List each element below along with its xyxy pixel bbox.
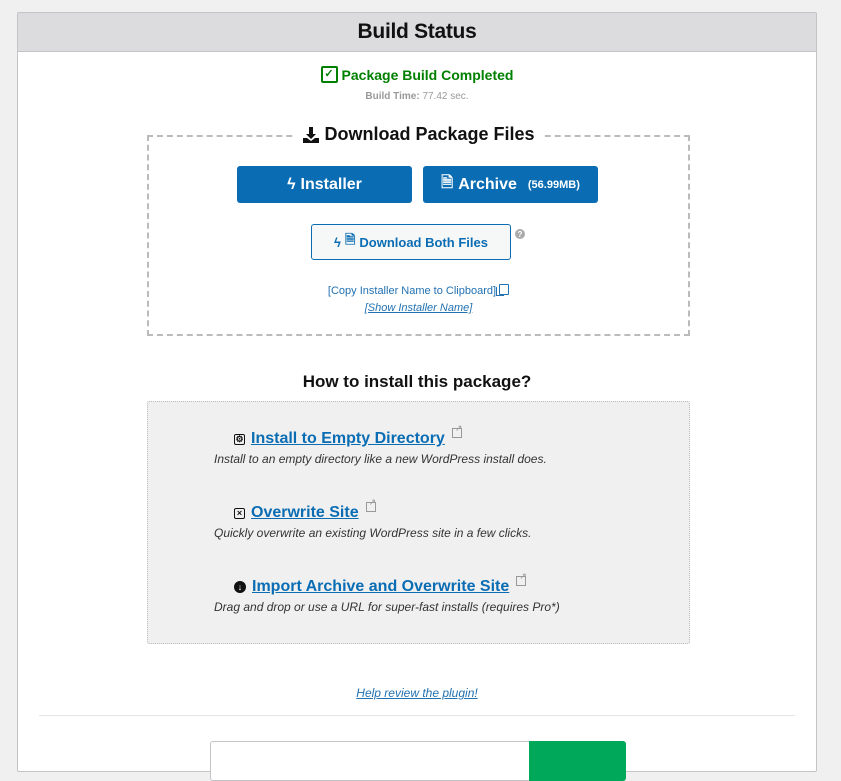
external-link-icon — [516, 571, 527, 586]
bottom-input[interactable] — [210, 741, 540, 781]
download-package-box: Download Package Files ϟ Installer 🗎 Arc… — [147, 124, 690, 336]
howto-item-import-archive: ↓ Import Archive and Overwrite Site Drag… — [214, 571, 560, 614]
install-empty-directory-link[interactable]: Install to Empty Directory — [251, 430, 445, 448]
divider — [39, 715, 795, 716]
build-status: ✓ Package Build Completed — [18, 66, 816, 83]
howto-item-overwrite: × Overwrite Site Quickly overwrite an ex… — [214, 497, 531, 540]
close-box-icon: × — [234, 507, 245, 519]
installer-label: Installer — [300, 175, 362, 193]
bolt-icon: ϟ — [287, 175, 296, 193]
copy-icon — [496, 284, 510, 296]
howto-box: ⚙ Install to Empty Directory Install to … — [147, 401, 690, 644]
status-message: Package Build Completed — [341, 66, 514, 83]
build-status-panel: Build Status ✓ Package Build Completed B… — [17, 12, 817, 781]
download-both-label: Download Both Files — [359, 234, 488, 250]
howto-desc: Install to an empty directory like a new… — [214, 452, 547, 466]
archive-label: Archive — [458, 175, 517, 193]
copy-installer-name-link[interactable]: [Copy Installer Name to Clipboard] — [149, 284, 688, 297]
file-archive-icon: 🗎 — [344, 232, 356, 247]
help-review-link[interactable]: Help review the plugin! — [18, 686, 816, 700]
download-icon — [303, 126, 320, 143]
archive-button[interactable]: 🗎 Archive (56.99MB) — [423, 166, 598, 203]
archive-size: (56.99MB) — [527, 178, 580, 191]
bolt-icon: ϟ — [334, 234, 341, 250]
build-time-label: Build Time: — [365, 91, 420, 102]
check-icon: ✓ — [320, 66, 338, 83]
show-installer-name-link[interactable]: [Show Installer Name] — [149, 302, 688, 314]
build-time: Build Time: 77.42 sec. — [18, 91, 816, 102]
import-archive-link[interactable]: Import Archive and Overwrite Site — [252, 578, 509, 596]
copy-installer-name-label: [Copy Installer Name to Clipboard] — [327, 285, 497, 297]
howto-item-install-empty: ⚙ Install to Empty Directory Install to … — [214, 423, 547, 466]
help-icon[interactable]: ? — [515, 229, 525, 239]
build-time-value: 77.42 sec. — [422, 91, 469, 102]
file-archive-icon: 🗎 — [441, 174, 454, 191]
page-title: Build Status — [357, 20, 477, 43]
download-legend-label: Download Package Files — [324, 124, 535, 144]
howto-desc: Drag and drop or use a URL for super-fas… — [214, 600, 560, 614]
download-circle-icon: ↓ — [234, 581, 246, 593]
external-link-icon — [365, 497, 376, 512]
download-both-button[interactable]: ϟ 🗎 Download Both Files — [311, 224, 511, 260]
panel-header: Build Status — [18, 13, 816, 52]
external-link-icon — [451, 423, 462, 438]
save-icon: ⚙ — [234, 433, 245, 445]
howto-title: How to install this package? — [302, 372, 532, 391]
overwrite-site-link[interactable]: Overwrite Site — [251, 504, 359, 522]
howto-desc: Quickly overwrite an existing WordPress … — [214, 526, 532, 540]
installer-button[interactable]: ϟ Installer — [237, 166, 412, 203]
download-legend: Download Package Files — [149, 124, 688, 145]
bottom-action-button[interactable] — [529, 741, 626, 781]
